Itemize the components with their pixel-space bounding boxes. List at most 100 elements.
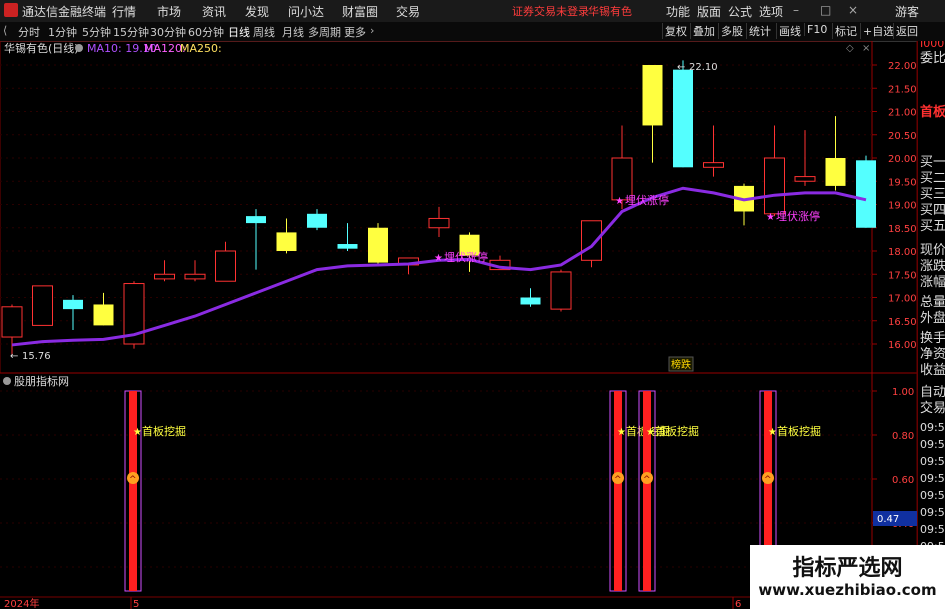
panel-earnings: 收益 bbox=[920, 363, 945, 378]
panel-trade[interactable]: 交易 bbox=[920, 397, 945, 416]
signal-label-1: ★ 埋伏涨停 bbox=[434, 250, 488, 264]
guest-user[interactable]: 游客 bbox=[895, 3, 919, 20]
chevron-right-icon[interactable]: › bbox=[370, 24, 374, 37]
candle-body bbox=[246, 216, 266, 224]
price-tick-label: 22.00 bbox=[888, 61, 917, 72]
signal-text: 埋伏涨停 bbox=[625, 193, 669, 207]
price-tick-label: 20.50 bbox=[888, 131, 917, 142]
candle-body bbox=[825, 158, 846, 186]
chart-area[interactable]: 华锡有色(日线) MA10: 19.10 MA120: MA250: ◇ × 2… bbox=[0, 41, 945, 609]
menu-trade[interactable]: 交易 bbox=[396, 3, 420, 20]
candle-body bbox=[428, 217, 450, 229]
menu-options[interactable]: 选项 bbox=[759, 3, 783, 20]
window-close-icon[interactable]: × bbox=[848, 3, 858, 17]
candle-body bbox=[673, 69, 693, 168]
btn-f10[interactable]: F10 bbox=[804, 23, 829, 36]
candle-body bbox=[276, 232, 297, 251]
candle-body bbox=[154, 273, 175, 280]
pane-option-icon[interactable]: ◇ bbox=[846, 43, 854, 54]
candle-body bbox=[856, 160, 876, 228]
price-tick-label: 19.50 bbox=[888, 177, 917, 188]
limit-down-tag-text: 榜跌 bbox=[671, 358, 691, 371]
signal-label-2: ★ 埋伏涨停 bbox=[615, 193, 669, 207]
app-title: 通达信金融终端 bbox=[22, 5, 107, 19]
btn-statistics[interactable]: 统计 bbox=[746, 23, 773, 39]
signal-up-chevron-icon: ^ bbox=[643, 475, 651, 485]
btn-return[interactable]: 返回 bbox=[893, 23, 920, 39]
period-15min[interactable]: 15分钟 bbox=[113, 24, 149, 40]
period-5min[interactable]: 5分钟 bbox=[82, 24, 111, 40]
menu-bar: 通达信金融终端 行情 市场 资讯 发现 问小达 财富圈 交易 证券交易未登录 华… bbox=[0, 0, 945, 23]
window-maximize-icon[interactable]: □ bbox=[820, 3, 831, 17]
candle-body bbox=[307, 213, 327, 228]
tick-time-4: 09:5 bbox=[920, 472, 945, 485]
tick-time-2: 09:5 bbox=[920, 438, 945, 451]
candle-body bbox=[215, 250, 236, 282]
panel-order-ratio: 委比 bbox=[920, 51, 945, 66]
signal-star-icon: ★ bbox=[615, 196, 624, 207]
date-year-label: 2024年 bbox=[4, 597, 39, 609]
indicator-current-value: 0.47 bbox=[873, 511, 917, 526]
btn-draw[interactable]: 画线 bbox=[776, 23, 803, 39]
high-arrow-icon: ← bbox=[677, 62, 685, 73]
price-axis: 22.00 21.50 21.00 20.50 20.00 19.50 19.00 18.50… bbox=[872, 61, 917, 351]
indicator-signal-3: ^ ★ 首板挖掘 bbox=[638, 390, 699, 592]
signal-text: 埋伏涨停 bbox=[444, 250, 488, 264]
price-tick-label: 18.50 bbox=[888, 224, 917, 235]
indicator-header: 股朋指标网 bbox=[3, 374, 69, 388]
panel-outer-volume: 外盘 bbox=[920, 311, 945, 326]
menu-news[interactable]: 资讯 bbox=[202, 3, 226, 20]
price-tick-label: 21.00 bbox=[888, 108, 917, 119]
window-minimize-icon[interactable]: – bbox=[793, 3, 799, 17]
period-1min[interactable]: 1分钟 bbox=[48, 24, 77, 40]
current-stock-name: 华锡有色 bbox=[588, 5, 632, 18]
price-tick-label: 21.50 bbox=[888, 84, 917, 95]
date-axis: 2024年 5 6 bbox=[4, 597, 741, 609]
signal-text: 埋伏涨停 bbox=[776, 209, 820, 223]
indicator-tick-label: 1.00 bbox=[892, 387, 914, 398]
ma250-label: MA250: bbox=[180, 42, 222, 55]
candle-body bbox=[550, 271, 572, 310]
candle-body bbox=[642, 65, 663, 126]
btn-mark[interactable]: 标记 bbox=[832, 23, 859, 39]
star-icon: ★ bbox=[617, 427, 626, 438]
pane-close-icon[interactable]: × bbox=[862, 43, 870, 54]
settings-circle-icon[interactable] bbox=[75, 44, 83, 52]
signal-up-chevron-icon: ^ bbox=[614, 475, 622, 485]
btn-add-watchlist[interactable]: +自选 bbox=[860, 23, 896, 39]
tick-time-3: 09:5 bbox=[920, 455, 945, 468]
period-60min[interactable]: 60分钟 bbox=[188, 24, 224, 40]
nav-back-icon[interactable]: ⟨ bbox=[3, 24, 7, 37]
login-status[interactable]: 证券交易未登录 bbox=[512, 3, 589, 19]
period-daily[interactable]: 日线 bbox=[228, 24, 250, 40]
menu-wealth-circle[interactable]: 财富圈 bbox=[342, 3, 378, 20]
menu-quotes[interactable]: 行情 bbox=[112, 3, 136, 20]
high-price-value: 22.10 bbox=[689, 62, 718, 73]
date-may-label: 5 bbox=[133, 599, 139, 609]
price-tick-label: 19.00 bbox=[888, 201, 917, 212]
signal-up-chevron-icon: ^ bbox=[129, 475, 137, 485]
period-more[interactable]: 更多 bbox=[344, 24, 366, 40]
menu-layout[interactable]: 版面 bbox=[697, 3, 721, 20]
period-weekly[interactable]: 周线 bbox=[253, 24, 275, 40]
menu-ask-xiaoda[interactable]: 问小达 bbox=[288, 3, 324, 20]
period-monthly[interactable]: 月线 bbox=[282, 24, 304, 40]
signal-label: 首板挖掘 bbox=[655, 424, 699, 438]
menu-discover[interactable]: 发现 bbox=[245, 3, 269, 20]
current-value-text: 0.47 bbox=[877, 514, 899, 525]
menu-formula[interactable]: 公式 bbox=[728, 3, 752, 20]
low-arrow-icon: ← bbox=[10, 351, 18, 362]
btn-overlay[interactable]: 叠加 bbox=[690, 23, 717, 39]
btn-multi-stock[interactable]: 多股 bbox=[718, 23, 745, 39]
signal-up-chevron-icon: ^ bbox=[764, 475, 772, 485]
period-30min[interactable]: 30分钟 bbox=[150, 24, 186, 40]
period-intraday[interactable]: 分时 bbox=[18, 24, 40, 40]
indicator-settings-icon[interactable] bbox=[3, 377, 11, 385]
price-tick-label: 18.00 bbox=[888, 247, 917, 258]
price-tick-label: 16.50 bbox=[888, 317, 917, 328]
menu-functions[interactable]: 功能 bbox=[666, 3, 690, 20]
btn-adjust[interactable]: 复权 bbox=[662, 23, 689, 39]
price-tick-label: 16.00 bbox=[888, 340, 917, 351]
period-multi[interactable]: 多周期 bbox=[308, 24, 341, 40]
menu-market[interactable]: 市场 bbox=[157, 3, 181, 20]
